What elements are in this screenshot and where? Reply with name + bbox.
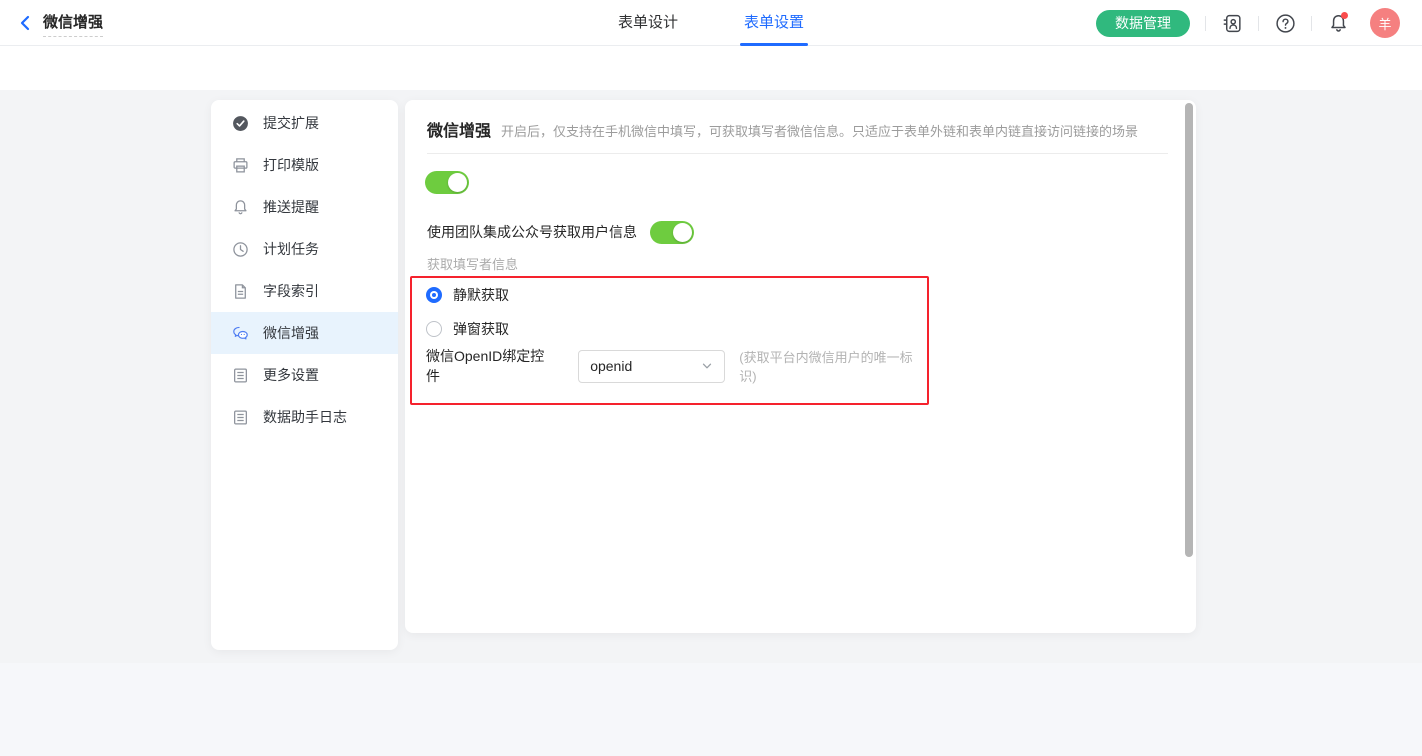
sidebar-item-field-index[interactable]: 字段索引: [211, 270, 398, 312]
sidebar-item-push-reminder[interactable]: 推送提醒: [211, 186, 398, 228]
official-account-label: 使用团队集成公众号获取用户信息: [427, 222, 637, 242]
notification-badge: [1341, 12, 1348, 19]
sidebar-item-print-template[interactable]: 打印模版: [211, 144, 398, 186]
file-icon: [232, 283, 249, 300]
sidebar-item-more-settings[interactable]: 更多设置: [211, 354, 398, 396]
list-icon: [232, 367, 249, 384]
bell-icon: [232, 199, 249, 216]
sidebar-item-label: 提交扩展: [263, 113, 319, 133]
radio-popup-fetch[interactable]: 弹窗获取: [426, 315, 509, 343]
divider: [1258, 16, 1259, 31]
wechat-enhance-toggle[interactable]: [425, 171, 469, 194]
sidebar-item-label: 打印模版: [263, 155, 319, 175]
list-icon: [232, 409, 249, 426]
toolbar-strip: [0, 46, 1422, 90]
sidebar-item-label: 数据助手日志: [263, 407, 347, 427]
divider: [1205, 16, 1206, 31]
sidebar-item-label: 字段索引: [263, 281, 319, 301]
openid-select[interactable]: openid: [578, 350, 725, 383]
wechat-icon: [232, 325, 249, 342]
chevron-left-icon: [16, 14, 34, 32]
header-left: 微信增强: [14, 0, 103, 46]
sidebar-item-wechat-enhance[interactable]: 微信增强: [211, 312, 398, 354]
tab-form-settings[interactable]: 表单设置: [740, 0, 808, 46]
contacts-icon[interactable]: [1221, 12, 1243, 34]
panel-description: 开启后，仅支持在手机微信中填写，可获取填写者微信信息。只适应于表单外链和表单内链…: [501, 121, 1138, 140]
openid-select-value: openid: [590, 358, 632, 374]
top-bar: 微信增强 表单设计 表单设置 数据管理: [0, 0, 1422, 46]
openid-binding-label: 微信OpenID绑定控件: [426, 346, 556, 386]
openid-binding-row: 微信OpenID绑定控件 openid (获取平台内微信用户的唯一标识): [426, 349, 927, 383]
check-circle-icon: [232, 115, 249, 132]
help-icon[interactable]: [1274, 12, 1296, 34]
radio-label: 静默获取: [453, 285, 509, 305]
panel-header: 微信增强 开启后，仅支持在手机微信中填写，可获取填写者微信信息。只适应于表单外链…: [427, 117, 1138, 141]
tab-form-design[interactable]: 表单设计: [613, 0, 683, 46]
avatar[interactable]: 羊: [1370, 8, 1400, 38]
sidebar-item-label: 微信增强: [263, 323, 319, 343]
sidebar-item-label: 更多设置: [263, 365, 319, 385]
openid-hint: (获取平台内微信用户的唯一标识): [739, 347, 927, 385]
sidebar-item-data-assistant-log[interactable]: 数据助手日志: [211, 396, 398, 438]
header-right: 数据管理: [1096, 0, 1400, 46]
sidebar-item-label: 计划任务: [263, 239, 319, 259]
notification-bell-icon[interactable]: [1327, 12, 1349, 34]
official-account-toggle[interactable]: [650, 221, 694, 244]
official-account-row: 使用团队集成公众号获取用户信息: [427, 217, 694, 247]
back-button[interactable]: [14, 12, 36, 34]
printer-icon: [232, 157, 249, 174]
chevron-down-icon: [701, 360, 713, 372]
fetch-info-label: 获取填写者信息: [427, 254, 518, 273]
divider: [427, 153, 1168, 154]
wechat-enhance-panel: 微信增强 开启后，仅支持在手机微信中填写，可获取填写者微信信息。只适应于表单外链…: [405, 100, 1196, 633]
sidebar-item-scheduled-task[interactable]: 计划任务: [211, 228, 398, 270]
data-manage-button[interactable]: 数据管理: [1096, 10, 1190, 37]
divider: [1311, 16, 1312, 31]
radio-unselected-icon: [426, 321, 442, 337]
panel-title: 微信增强: [427, 117, 491, 141]
clock-icon: [232, 241, 249, 258]
sidebar-item-submit-extension[interactable]: 提交扩展: [211, 102, 398, 144]
toggle-knob: [673, 223, 692, 242]
sidebar-item-label: 推送提醒: [263, 197, 319, 217]
radio-silent-fetch[interactable]: 静默获取: [426, 281, 509, 309]
app-window: 微信增强 表单设计 表单设置 数据管理: [0, 0, 1422, 756]
highlight-red-box: 静默获取 弹窗获取 微信OpenID绑定控件 openid (获取平台内微信用户…: [410, 276, 929, 405]
settings-sidebar: 提交扩展 打印模版 推送提醒: [211, 100, 398, 650]
scrollbar-thumb[interactable]: [1185, 103, 1193, 557]
radio-label: 弹窗获取: [453, 319, 509, 339]
radio-selected-icon: [426, 287, 442, 303]
toggle-knob: [448, 173, 467, 192]
form-title[interactable]: 微信增强: [43, 14, 103, 37]
